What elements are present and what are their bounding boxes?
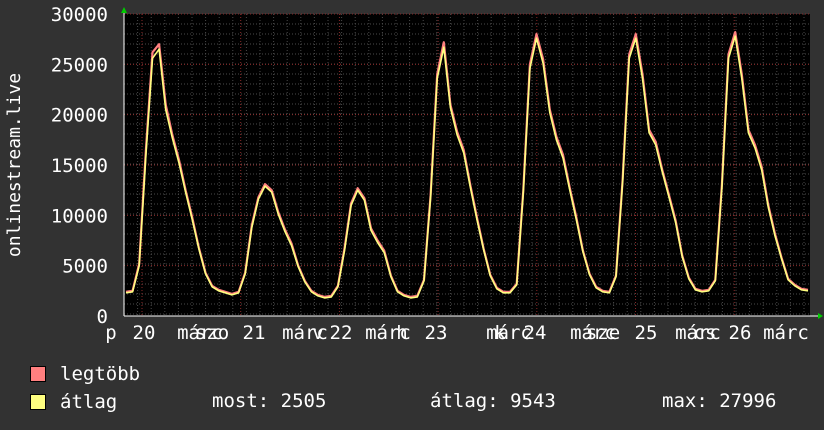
x-tick-label: szo [195, 322, 229, 344]
x-tick-label: h [396, 322, 407, 344]
x-tick-label: 26 [729, 322, 752, 344]
x-tick-label: 25 [635, 322, 658, 344]
x-tick-label: cs [694, 322, 717, 344]
x-tick-label: p [105, 322, 116, 344]
y-tick-label: 30000 [51, 4, 108, 26]
y-tick-label: 5000 [62, 256, 108, 278]
y-tick-label: 10000 [51, 205, 108, 227]
y-axis-label: onlinestream.live [4, 73, 25, 257]
x-tick-label: k [494, 322, 506, 344]
x-tick-label: 20 [133, 322, 156, 344]
y-tick-label: 25000 [51, 54, 108, 76]
legend-label-max: legtöbb [60, 363, 141, 385]
stat-maximum: max: 27996 [662, 390, 777, 412]
stat-current: most: 2505 [212, 390, 327, 412]
x-tick-label: 22 [330, 322, 353, 344]
legend-swatch-max [30, 366, 46, 382]
y-axis-arrow [121, 7, 127, 13]
x-tick-label: márc [763, 322, 809, 344]
legend-item-avg: átlag [30, 391, 118, 413]
y-tick-label: 15000 [51, 155, 108, 177]
x-tick-label: v [312, 322, 323, 344]
x-axis-arrow [818, 313, 823, 319]
stat-average: átlag: 9543 [430, 390, 556, 412]
x-tick-label: 24 [524, 322, 547, 344]
x-tick-label: 21 [243, 322, 266, 344]
x-tick-label: 23 [425, 322, 448, 344]
y-tick-label: 20000 [51, 105, 108, 127]
legend-label-avg: átlag [60, 391, 118, 413]
legend-item-max: legtöbb [30, 363, 141, 385]
legend-swatch-avg [30, 394, 46, 410]
x-tick-label: sze [586, 322, 620, 344]
